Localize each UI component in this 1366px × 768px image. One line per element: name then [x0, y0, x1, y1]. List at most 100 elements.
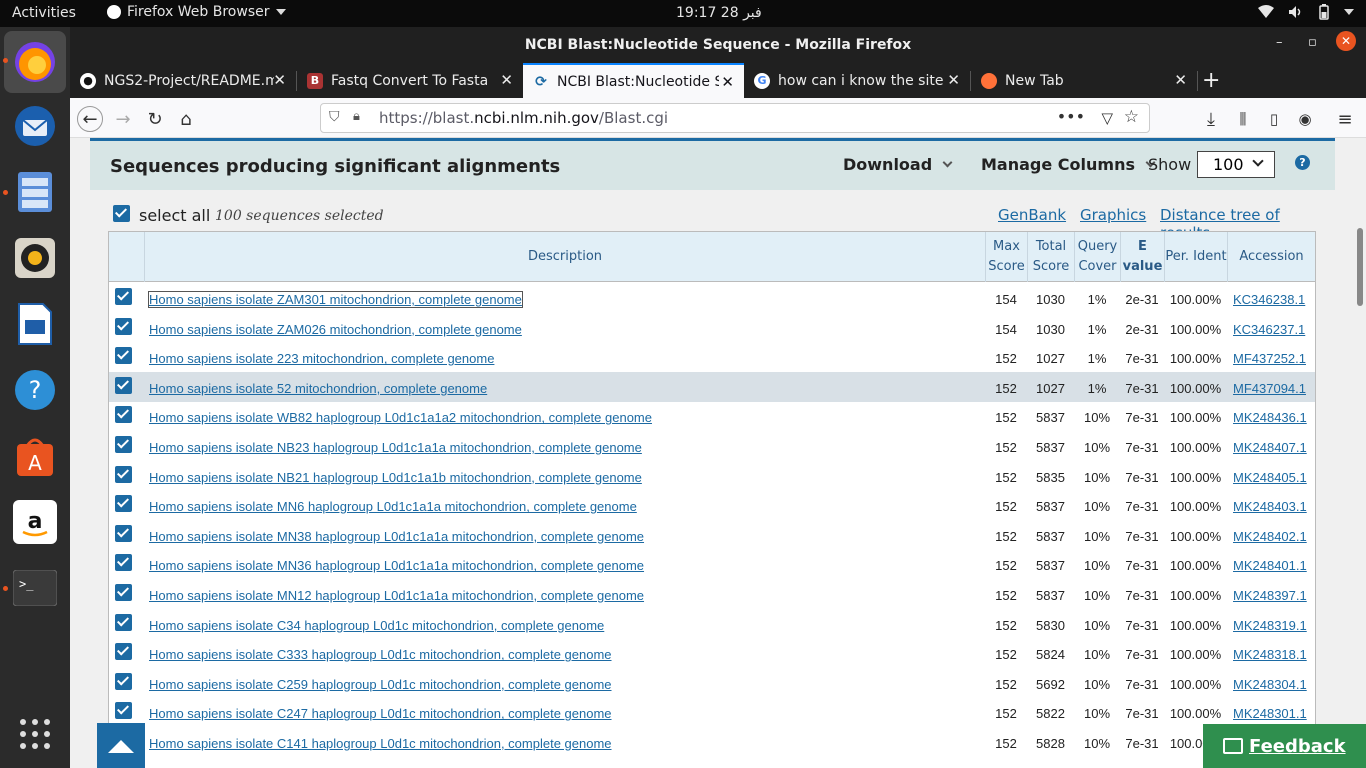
description-link[interactable]: Homo sapiens isolate NB23 haplogroup L0d…	[149, 440, 642, 455]
description-link[interactable]: Homo sapiens isolate ZAM026 mitochondrio…	[149, 322, 522, 337]
accession-link[interactable]: KC346237.1	[1233, 322, 1305, 337]
sidebar-icon[interactable]: ▯	[1261, 106, 1287, 132]
tab-fastq-convert[interactable]: B Fastq Convert To Fasta ✕	[297, 63, 523, 98]
close-tab-icon[interactable]: ✕	[273, 71, 286, 89]
accession-link[interactable]: MK248401.1	[1233, 558, 1307, 573]
description-link[interactable]: Homo sapiens isolate NB21 haplogroup L0d…	[149, 470, 642, 485]
accession-link[interactable]: MF437252.1	[1233, 351, 1306, 366]
window-titlebar[interactable]: NCBI Blast:Nucleotide Sequence - Mozilla…	[70, 27, 1366, 63]
row-checkbox[interactable]	[115, 495, 132, 513]
row-checkbox[interactable]	[115, 524, 132, 542]
header-description[interactable]: Description	[144, 232, 985, 282]
bookmark-star-icon[interactable]: ☆	[1124, 107, 1139, 127]
feedback-button[interactable]: Feedback	[1203, 724, 1366, 768]
tab-ngs2-readme[interactable]: ● NGS2-Project/README.m ✕	[70, 63, 296, 98]
close-tab-icon[interactable]: ✕	[721, 73, 734, 91]
accession-link[interactable]: MK248304.1	[1233, 677, 1307, 692]
scroll-to-top-button[interactable]	[97, 723, 145, 768]
help-icon[interactable]: ?	[1295, 155, 1310, 170]
download-menu[interactable]: Download	[843, 155, 953, 174]
maximize-button[interactable]: ▫	[1308, 35, 1317, 50]
accession-link[interactable]: MK248318.1	[1233, 647, 1307, 662]
description-link[interactable]: Homo sapiens isolate C259 haplogroup L0d…	[149, 677, 612, 692]
description-link[interactable]: Homo sapiens isolate C333 haplogroup L0d…	[149, 647, 612, 662]
close-tab-icon[interactable]: ✕	[947, 71, 960, 89]
select-all-checkbox[interactable]	[113, 205, 130, 222]
activities-button[interactable]: Activities	[12, 5, 76, 21]
new-tab-button[interactable]: +	[1202, 68, 1220, 93]
description-link[interactable]: Homo sapiens isolate 52 mitochondrion, c…	[149, 381, 487, 396]
description-link[interactable]: Homo sapiens isolate MN12 haplogroup L0d…	[149, 588, 644, 603]
accession-link[interactable]: MK248405.1	[1233, 470, 1307, 485]
tab-new-tab[interactable]: New Tab ✕	[971, 63, 1197, 98]
description-link[interactable]: Homo sapiens isolate WB82 haplogroup L0d…	[149, 410, 652, 425]
row-checkbox[interactable]	[115, 613, 132, 631]
description-link[interactable]: Homo sapiens isolate C141 haplogroup L0d…	[149, 736, 612, 751]
home-button[interactable]: ⌂	[173, 106, 199, 132]
genbank-link[interactable]: GenBank	[998, 206, 1066, 224]
row-checkbox[interactable]	[115, 376, 132, 394]
tab-google-search[interactable]: G how can i know the site c ✕	[744, 63, 970, 98]
row-checkbox[interactable]	[115, 584, 132, 601]
header-total-score[interactable]: Total Score	[1027, 232, 1074, 282]
description-link[interactable]: Homo sapiens isolate MN38 haplogroup L0d…	[149, 529, 644, 544]
accession-link[interactable]: MK248403.1	[1233, 499, 1307, 514]
description-link[interactable]: Homo sapiens isolate MN6 haplogroup L0d1…	[149, 499, 637, 514]
header-per-ident[interactable]: Per. Ident	[1164, 232, 1227, 282]
row-checkbox[interactable]	[115, 406, 132, 424]
address-bar[interactable]: ⛉ 🔒︎ https://blast. ncbi.nlm.nih.gov/Blas…	[320, 103, 1150, 133]
header-query-cover[interactable]: Query Cover	[1074, 232, 1120, 282]
app-menu[interactable]: Firefox Web Browser	[107, 4, 286, 20]
header-e-value[interactable]: E value	[1120, 232, 1164, 282]
dock-libreoffice-impress[interactable]	[8, 297, 62, 351]
accession-link[interactable]: KC346238.1	[1233, 292, 1305, 307]
close-tab-icon[interactable]: ✕	[1174, 71, 1187, 89]
dock-help[interactable]: ?	[8, 363, 62, 417]
row-checkbox[interactable]	[115, 672, 132, 690]
system-tray[interactable]	[1258, 4, 1354, 20]
dock-terminal[interactable]: >_	[8, 561, 62, 615]
accession-link[interactable]: MK248436.1	[1233, 410, 1307, 425]
scrollbar-thumb[interactable]	[1357, 228, 1363, 306]
menu-icon[interactable]: ≡	[1332, 106, 1358, 132]
accession-link[interactable]: MK248397.1	[1233, 588, 1307, 603]
row-checkbox[interactable]	[115, 436, 132, 453]
page-scrollbar[interactable]	[1354, 138, 1366, 768]
dock-thunderbird[interactable]	[8, 99, 62, 153]
manage-columns-menu[interactable]: Manage Columns	[981, 155, 1156, 174]
description-link[interactable]: Homo sapiens isolate 223 mitochondrion, …	[149, 351, 494, 366]
row-checkbox[interactable]	[115, 317, 132, 335]
description-link[interactable]: Homo sapiens isolate C34 haplogroup L0d1…	[149, 618, 604, 633]
show-count-select[interactable]: 100	[1197, 151, 1275, 178]
dock-show-applications[interactable]	[8, 707, 62, 761]
account-icon[interactable]: ◉	[1292, 106, 1318, 132]
reload-button[interactable]: ↻	[142, 106, 168, 132]
accession-link[interactable]: MK248407.1	[1233, 440, 1307, 455]
close-tab-icon[interactable]: ✕	[500, 71, 513, 89]
row-checkbox[interactable]	[115, 643, 132, 661]
accession-link[interactable]: MF437094.1	[1233, 381, 1306, 396]
dock-firefox[interactable]	[8, 35, 62, 89]
description-link[interactable]: Homo sapiens isolate MN36 haplogroup L0d…	[149, 558, 644, 573]
description-link[interactable]: Homo sapiens isolate C247 haplogroup L0d…	[149, 706, 612, 721]
dock-amazon[interactable]: a	[8, 495, 62, 549]
lock-icon[interactable]: 🔒︎	[353, 109, 360, 124]
minimize-button[interactable]: –	[1276, 35, 1283, 50]
page-actions-icon[interactable]: •••	[1057, 107, 1085, 126]
downloads-icon[interactable]: ⤓	[1198, 106, 1224, 132]
tab-ncbi-blast[interactable]: ⟳ NCBI Blast:Nucleotide Se ✕	[523, 63, 744, 98]
row-checkbox[interactable]	[115, 288, 132, 305]
back-button[interactable]: ←	[77, 106, 103, 132]
dock-rhythmbox[interactable]	[8, 231, 62, 285]
row-checkbox[interactable]	[115, 554, 132, 572]
accession-link[interactable]: MK248402.1	[1233, 529, 1307, 544]
header-accession[interactable]: Accession	[1227, 232, 1315, 282]
pocket-icon[interactable]: ▽	[1101, 109, 1113, 127]
select-all-label[interactable]: select all	[139, 206, 210, 225]
accession-link[interactable]: MK248319.1	[1233, 618, 1307, 633]
row-checkbox[interactable]	[115, 702, 132, 720]
dock-files[interactable]	[8, 165, 62, 219]
accession-link[interactable]: MK248301.1	[1233, 706, 1307, 721]
row-checkbox[interactable]	[115, 465, 132, 483]
header-max-score[interactable]: Max Score	[985, 232, 1027, 282]
